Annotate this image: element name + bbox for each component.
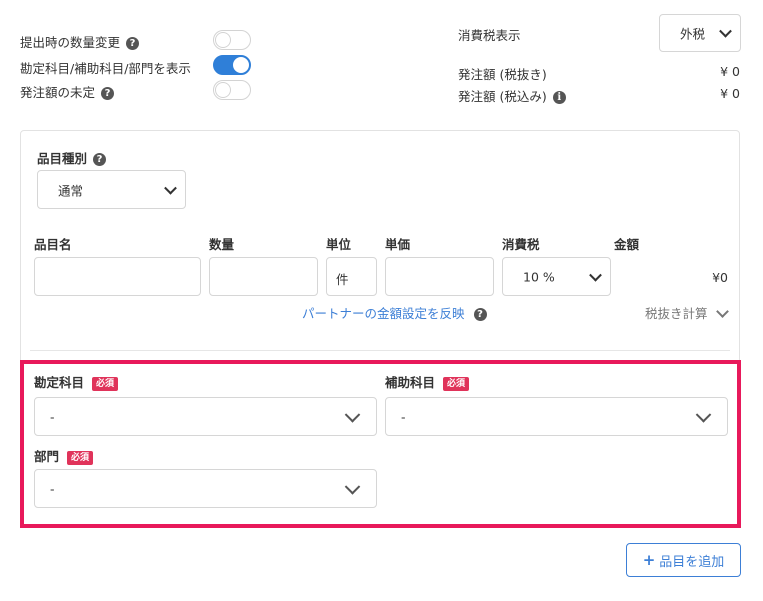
order-amount-incl-label: 発注額 (税込み) [458, 89, 547, 104]
add-item-button[interactable]: + 品目を追加 [626, 543, 741, 577]
order-amount-excl-label: 発注額 (税抜き) [458, 67, 547, 82]
sub-account-value: - [401, 409, 406, 424]
sub-account-select[interactable]: - [385, 397, 728, 436]
department-value: - [50, 481, 55, 496]
chevron-down-icon [344, 406, 361, 423]
toggle-knob [233, 57, 249, 73]
order-amount-incl-value: ¥ 0 [720, 86, 740, 101]
account-label: 勘定科目 [34, 375, 85, 390]
chevron-down-icon [719, 24, 732, 38]
item-type-label: 品目種別 [37, 151, 88, 166]
account-heading: 勘定科目 必須 [34, 372, 119, 391]
unit-price-input[interactable] [385, 257, 494, 296]
chevron-down-icon [164, 181, 177, 195]
info-icon[interactable]: i [552, 91, 566, 104]
toggle-knob [215, 82, 231, 98]
add-item-label: 品目を追加 [659, 554, 725, 570]
divider [30, 350, 730, 351]
item-type-select[interactable]: 通常 [37, 170, 186, 209]
column-amount: 金額 [614, 237, 640, 252]
chevron-down-icon [715, 305, 729, 318]
account-value: - [50, 409, 55, 424]
tax-display-label: 消費税表示 [458, 28, 521, 43]
help-icon[interactable]: ? [126, 37, 140, 50]
quantity-change-toggle[interactable] [213, 30, 251, 50]
order-amount-excl-value: ¥ 0 [720, 64, 740, 79]
amount-undecided-toggle[interactable] [213, 80, 251, 100]
column-quantity: 数量 [209, 237, 235, 252]
amount-undecided-option: 発注額の未定? [20, 82, 115, 101]
chevron-down-icon [344, 478, 361, 495]
column-item-name: 品目名 [34, 237, 72, 252]
show-accounts-label: 勘定科目/補助科目/部門を表示 [20, 61, 191, 76]
column-unit: 単位 [326, 237, 352, 252]
amount-value: ¥0 [712, 270, 728, 285]
help-icon[interactable]: ? [93, 153, 107, 166]
tax-calc-label: 税抜き計算 [645, 306, 708, 321]
order-amount-incl-option: 発注額 (税込み) i [458, 86, 566, 105]
sub-account-label: 補助科目 [385, 375, 436, 390]
department-label: 部門 [34, 449, 60, 464]
tax-calc-toggle[interactable]: 税抜き計算 [645, 303, 729, 322]
item-name-input[interactable] [34, 257, 201, 296]
item-type-value: 通常 [58, 183, 84, 198]
help-icon[interactable]: ? [473, 308, 487, 321]
amount-undecided-label: 発注額の未定 [20, 85, 96, 100]
item-type-heading: 品目種別? [37, 148, 107, 167]
toggle-knob [215, 32, 231, 48]
show-accounts-toggle[interactable] [213, 55, 251, 75]
quantity-change-option: 提出時の数量変更? [20, 32, 140, 51]
column-unit-price: 単価 [385, 237, 411, 252]
show-accounts-option: 勘定科目/補助科目/部門を表示 [20, 58, 191, 77]
plus-icon: + [642, 551, 656, 569]
partner-setting-row: パートナーの金額設定を反映? [302, 303, 487, 322]
department-select[interactable]: - [34, 469, 377, 508]
column-tax: 消費税 [502, 237, 540, 252]
help-icon[interactable]: ? [101, 87, 115, 100]
account-select[interactable]: - [34, 397, 377, 436]
required-badge: 必須 [92, 376, 119, 391]
quantity-input[interactable] [209, 257, 318, 296]
chevron-down-icon [695, 406, 712, 423]
department-heading: 部門 必須 [34, 446, 94, 465]
partner-setting-link[interactable]: パートナーの金額設定を反映 [302, 306, 465, 321]
tax-display-select[interactable]: 外税 [659, 14, 741, 52]
unit-value: 件 [336, 272, 349, 287]
required-badge: 必須 [67, 450, 94, 465]
quantity-change-label: 提出時の数量変更 [20, 35, 121, 50]
required-badge: 必須 [443, 376, 470, 391]
sub-account-heading: 補助科目 必須 [385, 372, 470, 391]
tax-rate-select[interactable]: 10 % [502, 257, 611, 296]
chevron-down-icon [589, 268, 602, 282]
unit-input[interactable]: 件 [326, 257, 377, 296]
tax-rate-value: 10 % [523, 269, 555, 284]
tax-display-value: 外税 [680, 26, 706, 42]
